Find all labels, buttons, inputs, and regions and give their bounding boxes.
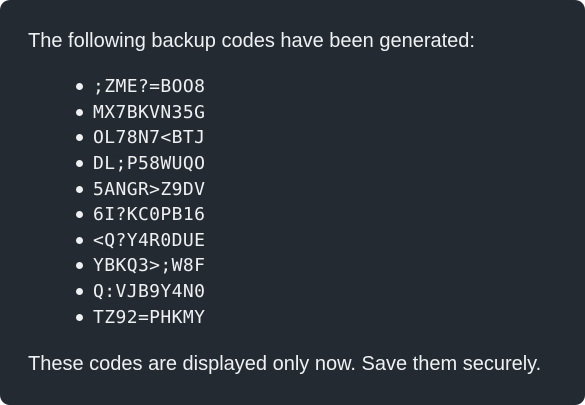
backup-code-item: DL;P58WUQO (76, 151, 569, 177)
bullet-icon (76, 160, 83, 168)
backup-code[interactable]: 5ANGR>Z9DV (93, 179, 205, 200)
intro-text: The following backup codes have been gen… (28, 30, 475, 52)
backup-code[interactable]: DL;P58WUQO (93, 153, 205, 174)
backup-code[interactable]: MX7BKVN35G (93, 102, 205, 123)
bullet-icon (76, 134, 83, 142)
backup-code-item: ;ZME?=BOO8 (76, 74, 569, 100)
bullet-icon (76, 108, 83, 116)
bullet-icon (76, 211, 83, 219)
backup-code-item: YBKQ3>;W8F (76, 253, 569, 279)
security-note: These codes are displayed only now. Save… (28, 352, 542, 375)
backup-code-item: 5ANGR>Z9DV (76, 176, 569, 202)
backup-code[interactable]: ;ZME?=BOO8 (93, 76, 205, 97)
bullet-icon (76, 262, 83, 270)
bullet-icon (76, 185, 83, 193)
bullet-icon (76, 83, 83, 91)
backup-code[interactable]: TZ92=PHKMY (93, 307, 205, 328)
backup-codes-panel: The following backup codes have been gen… (0, 0, 585, 405)
bullet-icon (76, 288, 83, 296)
backup-codes-list: ;ZME?=BOO8 MX7BKVN35G OL78N7<BTJ DL;P58W… (28, 74, 569, 330)
backup-code[interactable]: OL78N7<BTJ (93, 127, 205, 148)
backup-code-item: 6I?KC0PB16 (76, 202, 569, 228)
backup-code[interactable]: 6I?KC0PB16 (93, 204, 205, 225)
bullet-icon (76, 236, 83, 244)
backup-code[interactable]: Q:VJB9Y4N0 (93, 281, 205, 302)
backup-code-item: MX7BKVN35G (76, 100, 569, 126)
backup-code-item: TZ92=PHKMY (76, 304, 569, 330)
backup-code[interactable]: YBKQ3>;W8F (93, 255, 205, 276)
backup-code-item: Q:VJB9Y4N0 (76, 279, 569, 305)
bullet-icon (76, 313, 83, 321)
backup-code-item: OL78N7<BTJ (76, 125, 569, 151)
backup-code-item: <Q?Y4R0DUE (76, 228, 569, 254)
backup-code[interactable]: <Q?Y4R0DUE (93, 230, 205, 251)
